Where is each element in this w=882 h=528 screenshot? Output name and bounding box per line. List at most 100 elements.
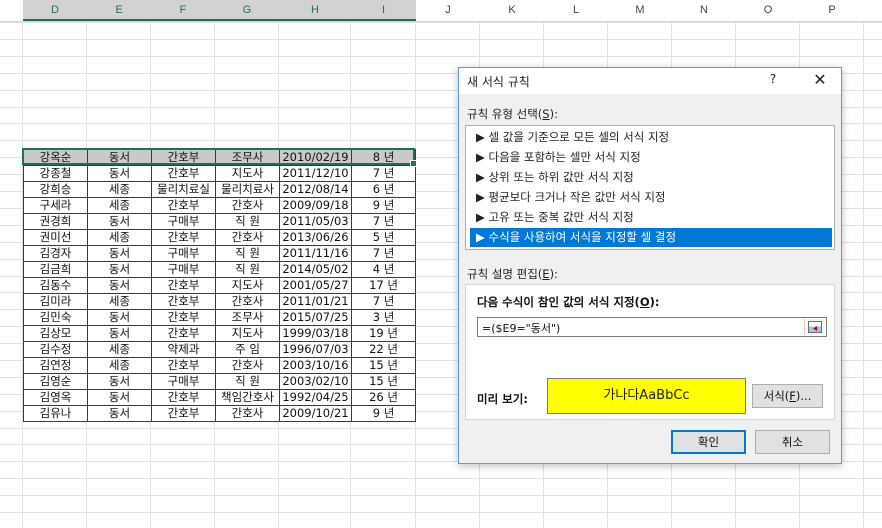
table-cell[interactable]: 동서 — [87, 405, 152, 422]
table-cell[interactable]: 19 년 — [351, 325, 416, 342]
table-cell[interactable]: 지도사 — [215, 165, 280, 182]
table-cell[interactable]: 간호사 — [215, 405, 280, 422]
table-cell[interactable]: 7 년 — [351, 245, 416, 262]
table-cell[interactable]: 2001/05/27 — [279, 277, 352, 294]
close-button[interactable]: ✕ — [809, 69, 831, 91]
table-cell[interactable]: 약제과 — [151, 341, 216, 358]
table-cell[interactable]: 김수정 — [23, 341, 88, 358]
ok-button[interactable]: 확인 — [671, 430, 746, 454]
table-cell[interactable]: 간호부 — [151, 149, 216, 166]
table-cell[interactable]: 5 년 — [351, 229, 416, 246]
table-cell[interactable]: 간호부 — [151, 229, 216, 246]
table-cell[interactable]: 2003/10/16 — [279, 357, 352, 374]
column-header[interactable]: I — [351, 0, 416, 21]
table-cell[interactable]: 김경자 — [23, 245, 88, 262]
rule-type-item[interactable]: ▶ 다음을 포함하는 셀만 서식 지정 — [470, 148, 832, 167]
column-header[interactable]: G — [215, 0, 279, 21]
table-cell[interactable]: 간호부 — [151, 293, 216, 310]
table-cell[interactable]: 2003/02/10 — [279, 373, 352, 390]
column-header[interactable]: O — [736, 0, 800, 21]
table-cell[interactable]: 세종 — [87, 357, 152, 374]
table-cell[interactable]: 직 원 — [215, 213, 280, 230]
table-cell[interactable]: 간호부 — [151, 325, 216, 342]
table-cell[interactable]: 6 년 — [351, 181, 416, 198]
table-cell[interactable]: 2009/10/21 — [279, 405, 352, 422]
table-cell[interactable]: 동서 — [87, 325, 152, 342]
table-cell[interactable]: 간호부 — [151, 405, 216, 422]
table-cell[interactable]: 김영순 — [23, 373, 88, 390]
table-cell[interactable]: 간호사 — [215, 197, 280, 214]
table-cell[interactable]: 26 년 — [351, 389, 416, 406]
table-cell[interactable]: 2011/05/03 — [279, 213, 352, 230]
table-cell[interactable]: 동서 — [87, 245, 152, 262]
table-cell[interactable]: 직 원 — [215, 245, 280, 262]
table-cell[interactable]: 세종 — [87, 293, 152, 310]
table-cell[interactable]: 세종 — [87, 341, 152, 358]
table-cell[interactable]: 2011/01/21 — [279, 293, 352, 310]
table-cell[interactable]: 2011/12/10 — [279, 165, 352, 182]
table-cell[interactable]: 동서 — [87, 149, 152, 166]
format-button[interactable]: 서식(F)... — [752, 384, 823, 408]
column-header[interactable]: P — [800, 0, 864, 21]
table-cell[interactable]: 간호사 — [215, 357, 280, 374]
table-cell[interactable]: 22 년 — [351, 341, 416, 358]
column-header[interactable]: H — [279, 0, 351, 21]
table-cell[interactable]: 김민숙 — [23, 309, 88, 326]
table-cell[interactable]: 강종철 — [23, 165, 88, 182]
table-cell[interactable]: 물리치료실 — [151, 181, 216, 198]
table-cell[interactable]: 2011/11/16 — [279, 245, 352, 262]
column-header[interactable]: K — [480, 0, 544, 21]
dialog-titlebar[interactable]: 새 서식 규칙 ? ✕ — [459, 68, 841, 94]
cancel-button[interactable]: 취소 — [755, 430, 830, 454]
table-cell[interactable]: 강희승 — [23, 181, 88, 198]
table-cell[interactable]: 1992/04/25 — [279, 389, 352, 406]
table-cell[interactable]: 1996/07/03 — [279, 341, 352, 358]
table-cell[interactable]: 강옥순 — [23, 149, 88, 166]
column-header[interactable]: L — [544, 0, 608, 21]
table-cell[interactable]: 2013/06/26 — [279, 229, 352, 246]
collapse-dialog-button[interactable] — [804, 319, 825, 335]
table-cell[interactable]: 7 년 — [351, 213, 416, 230]
column-header[interactable]: J — [416, 0, 480, 21]
table-cell[interactable]: 동서 — [87, 277, 152, 294]
table-cell[interactable]: 김금희 — [23, 261, 88, 278]
table-cell[interactable]: 권경희 — [23, 213, 88, 230]
table-cell[interactable]: 직 원 — [215, 261, 280, 278]
formula-input[interactable]: =($E9="동서") — [477, 317, 827, 337]
table-cell[interactable]: 8 년 — [351, 149, 416, 166]
table-cell[interactable]: 2012/08/14 — [279, 181, 352, 198]
table-cell[interactable]: 간호부 — [151, 197, 216, 214]
table-cell[interactable]: 7 년 — [351, 165, 416, 182]
table-cell[interactable]: 구매부 — [151, 213, 216, 230]
table-cell[interactable]: 1999/03/18 — [279, 325, 352, 342]
table-cell[interactable]: 3 년 — [351, 309, 416, 326]
table-cell[interactable]: 구매부 — [151, 261, 216, 278]
table-cell[interactable]: 간호부 — [151, 357, 216, 374]
table-cell[interactable]: 세종 — [87, 197, 152, 214]
table-cell[interactable]: 동서 — [87, 373, 152, 390]
table-cell[interactable]: 구매부 — [151, 373, 216, 390]
rule-type-item[interactable]: ▶ 고유 또는 중복 값만 서식 지정 — [470, 208, 832, 227]
table-cell[interactable]: 구매부 — [151, 245, 216, 262]
table-cell[interactable]: 4 년 — [351, 261, 416, 278]
table-cell[interactable]: 지도사 — [215, 325, 280, 342]
table-cell[interactable]: 간호사 — [215, 293, 280, 310]
table-cell[interactable]: 김연정 — [23, 357, 88, 374]
table-cell[interactable]: 김유나 — [23, 405, 88, 422]
table-cell[interactable]: 2010/02/19 — [279, 149, 352, 166]
column-header[interactable]: F — [151, 0, 215, 21]
table-cell[interactable]: 동서 — [87, 261, 152, 278]
table-cell[interactable]: 간호부 — [151, 389, 216, 406]
table-cell[interactable]: 2009/09/18 — [279, 197, 352, 214]
rule-type-item[interactable]: ▶ 상위 또는 하위 값만 서식 지정 — [470, 168, 832, 187]
table-cell[interactable]: 15 년 — [351, 357, 416, 374]
table-cell[interactable]: 세종 — [87, 181, 152, 198]
table-cell[interactable]: 2014/05/02 — [279, 261, 352, 278]
help-button[interactable]: ? — [765, 72, 781, 86]
table-cell[interactable]: 동서 — [87, 165, 152, 182]
table-cell[interactable]: 주 임 — [215, 341, 280, 358]
table-cell[interactable]: 간호부 — [151, 165, 216, 182]
rule-type-list[interactable]: ▶ 셀 값을 기준으로 모든 셀의 서식 지정 ▶ 다음을 포함하는 셀만 서식… — [465, 125, 835, 250]
table-cell[interactable]: 권미선 — [23, 229, 88, 246]
table-cell[interactable]: 7 년 — [351, 293, 416, 310]
